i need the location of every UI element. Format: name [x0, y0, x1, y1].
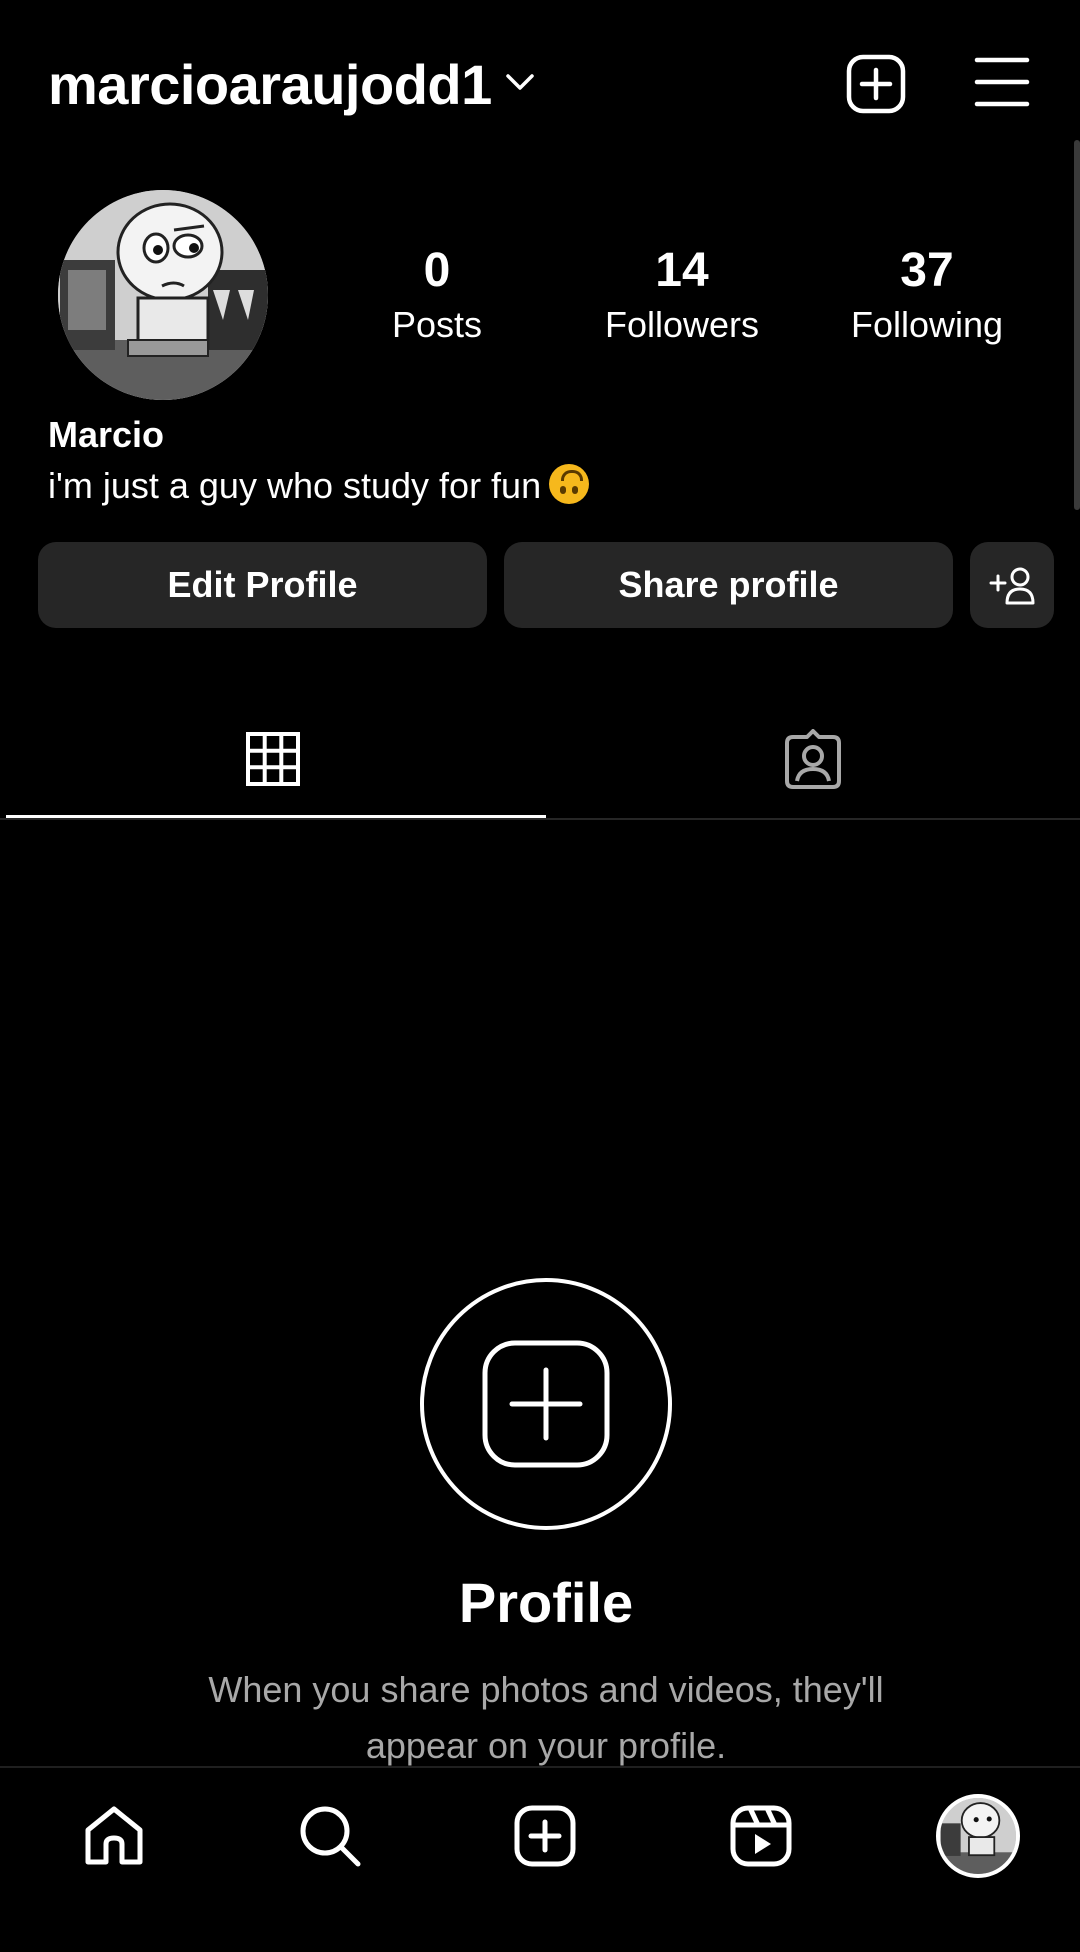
bottom-navigation [0, 1766, 1080, 1952]
edit-profile-button[interactable]: Edit Profile [38, 542, 487, 628]
tab-tagged[interactable] [545, 700, 1080, 818]
bio: i'm just a guy who study for fun [48, 462, 590, 510]
create-icon [514, 1805, 576, 1867]
bio-text: i'm just a guy who study for fun [48, 465, 542, 506]
profile-avatar[interactable] [58, 190, 268, 400]
stat-following[interactable]: 37 Following [827, 242, 1027, 350]
discover-people-button[interactable] [970, 542, 1054, 628]
stat-posts: 0 Posts [337, 242, 537, 350]
search-icon [300, 1806, 361, 1867]
nav-create[interactable] [505, 1796, 585, 1876]
hamburger-menu-icon[interactable] [974, 54, 1030, 110]
add-person-icon [989, 567, 1035, 605]
reels-icon [730, 1805, 792, 1867]
display-name: Marcio [48, 414, 165, 455]
nav-reels[interactable] [721, 1796, 801, 1876]
nav-home[interactable] [74, 1796, 154, 1876]
home-icon [85, 1806, 143, 1865]
empty-state-text: When you share photos and videos, they'l… [208, 1669, 884, 1766]
following-count: 37 [900, 244, 954, 297]
followers-label: Followers [604, 304, 760, 345]
tagged-portrait-icon [784, 729, 841, 789]
grid-icon [245, 732, 300, 786]
stat-followers[interactable]: 14 Followers [582, 242, 782, 350]
tab-posts-grid[interactable] [0, 700, 545, 818]
avatar-illustration-small [940, 1798, 1016, 1874]
posts-count: 0 [423, 244, 451, 297]
empty-state-create-button[interactable] [420, 1278, 672, 1530]
plus-square-icon [482, 1340, 610, 1468]
scroll-indicator[interactable] [1074, 140, 1080, 510]
tab-divider [0, 818, 1080, 820]
avatar-illustration [58, 190, 268, 400]
profile-username[interactable]: marcioaraujodd1 [48, 50, 492, 120]
following-label: Following [850, 304, 1004, 345]
share-profile-button[interactable]: Share profile [504, 542, 953, 628]
chevron-down-icon[interactable] [502, 64, 538, 100]
nav-profile-avatar[interactable] [936, 1794, 1020, 1878]
empty-state-title: Profile [458, 1571, 634, 1634]
nav-search[interactable] [290, 1796, 370, 1876]
upside-down-face-emoji-icon [549, 464, 590, 504]
posts-label: Posts [391, 304, 483, 345]
new-post-icon[interactable] [846, 54, 906, 114]
followers-count: 14 [655, 244, 709, 297]
